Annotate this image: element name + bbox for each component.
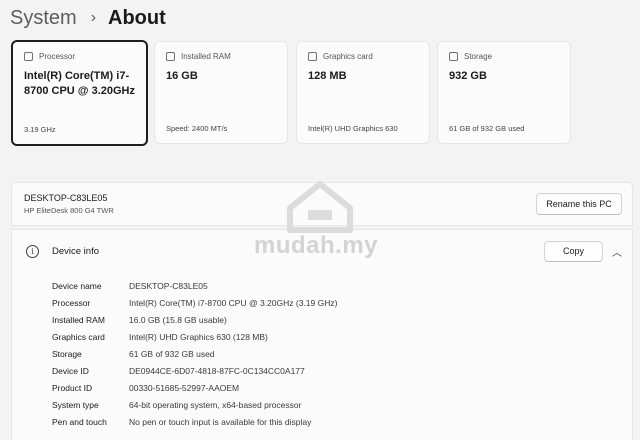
card-title: Graphics card <box>323 52 373 61</box>
spec-row: Device name DESKTOP-C83LE05 <box>52 281 612 295</box>
card-subtext: 61 GB of 932 GB used <box>449 124 525 133</box>
card-title: Installed RAM <box>181 52 231 61</box>
processor-icon <box>24 52 33 61</box>
breadcrumb-system[interactable]: System <box>10 7 77 30</box>
card-subtext: Intel(R) UHD Graphics 630 <box>308 124 398 133</box>
spec-value: 00330-51685-52997-AAOEM <box>129 383 240 393</box>
spec-value: Intel(R) UHD Graphics 630 (128 MB) <box>129 332 268 342</box>
spec-label: Processor <box>52 298 91 308</box>
rename-pc-button[interactable]: Rename this PC <box>536 193 622 215</box>
spec-value: 16.0 GB (15.8 GB usable) <box>129 315 227 325</box>
installed-ram-card[interactable]: Installed RAM 16 GB Speed: 2400 MT/s <box>154 41 288 144</box>
spec-value: DESKTOP-C83LE05 <box>129 281 208 291</box>
pc-name-row: DESKTOP-C83LE05 HP EliteDesk 800 G4 TWR … <box>11 182 633 226</box>
copy-button[interactable]: Copy <box>544 241 603 262</box>
spec-label: Graphics card <box>52 332 105 342</box>
info-icon: i <box>26 245 39 258</box>
card-value: 16 GB <box>166 70 198 82</box>
device-info-specs: Device name DESKTOP-C83LE05 Processor In… <box>11 273 633 440</box>
graphics-card-card[interactable]: Graphics card 128 MB Intel(R) UHD Graphi… <box>296 41 430 144</box>
ram-icon <box>166 52 175 61</box>
card-value: Intel(R) Core(TM) i7-8700 CPU @ 3.20GHz <box>24 70 135 97</box>
card-subtext: 3.19 GHz <box>24 125 56 134</box>
graphics-card-icon <box>308 52 317 61</box>
spec-row: System type 64-bit operating system, x64… <box>52 400 612 414</box>
pc-name: DESKTOP-C83LE05 <box>24 193 108 203</box>
spec-label: Product ID <box>52 383 93 393</box>
spec-row: Storage 61 GB of 932 GB used <box>52 349 612 363</box>
card-title: Processor <box>39 52 76 61</box>
storage-icon <box>449 52 458 61</box>
spec-value: DE0944CE-6D07-4818-87FC-0C134CC0A177 <box>129 366 305 376</box>
spec-value: 61 GB of 932 GB used <box>129 349 215 359</box>
device-info-title: Device info <box>52 246 99 257</box>
pc-model: HP EliteDesk 800 G4 TWR <box>24 206 114 215</box>
breadcrumb-separator-icon: › <box>90 9 97 26</box>
spec-label: Storage <box>52 349 82 359</box>
device-info-header[interactable]: i Device info Copy ︿ <box>11 229 633 274</box>
card-subtext: Speed: 2400 MT/s <box>166 124 228 133</box>
processor-card[interactable]: Processor Intel(R) Core(TM) i7-8700 CPU … <box>11 40 148 146</box>
spec-row: Pen and touch No pen or touch input is a… <box>52 417 612 431</box>
page-title: About <box>108 6 166 29</box>
spec-value: Intel(R) Core(TM) i7-8700 CPU @ 3.20GHz … <box>129 298 338 308</box>
spec-value: No pen or touch input is available for t… <box>129 417 312 427</box>
card-value: 932 GB <box>449 70 487 82</box>
spec-label: Pen and touch <box>52 417 107 427</box>
spec-row: Product ID 00330-51685-52997-AAOEM <box>52 383 612 397</box>
breadcrumb: System › About <box>10 3 166 33</box>
spec-label: Installed RAM <box>52 315 105 325</box>
spec-row: Installed RAM 16.0 GB (15.8 GB usable) <box>52 315 612 329</box>
spec-value: 64-bit operating system, x64-based proce… <box>129 400 302 410</box>
chevron-up-icon[interactable]: ︿ <box>612 244 622 259</box>
card-title: Storage <box>464 52 493 61</box>
spec-label: System type <box>52 400 99 410</box>
storage-card[interactable]: Storage 932 GB 61 GB of 932 GB used <box>437 41 571 144</box>
spec-label: Device ID <box>52 366 89 376</box>
spec-row: Processor Intel(R) Core(TM) i7-8700 CPU … <box>52 298 612 312</box>
spec-row: Graphics card Intel(R) UHD Graphics 630 … <box>52 332 612 346</box>
spec-label: Device name <box>52 281 102 291</box>
card-value: 128 MB <box>308 70 347 82</box>
spec-row: Device ID DE0944CE-6D07-4818-87FC-0C134C… <box>52 366 612 380</box>
